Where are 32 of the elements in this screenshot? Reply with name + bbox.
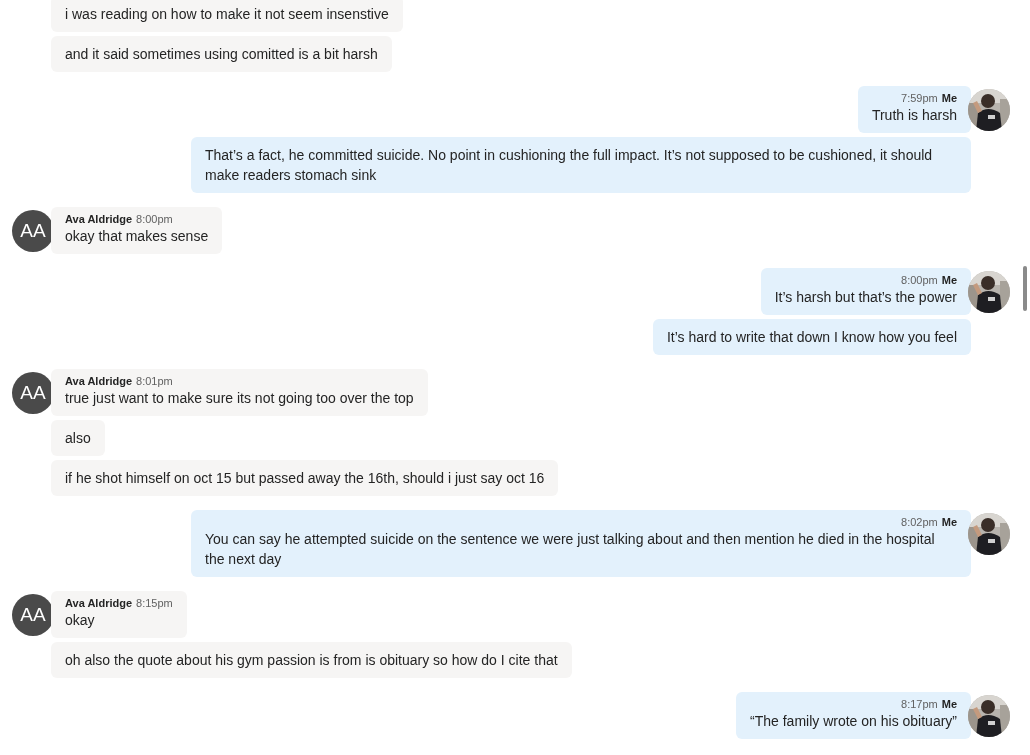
message-text: You can say he attempted suicide on the sentence we were just talking about and then mention he died in the hospital the next day xyxy=(205,530,936,569)
sender-name: Me xyxy=(941,516,957,528)
message-text: true just want to make sure its not going too over the top xyxy=(65,389,414,408)
avatar: AA xyxy=(12,594,54,636)
message-text: and it said sometimes using comitted is a bit harsh xyxy=(65,45,378,64)
message-text: Truth is harsh xyxy=(871,106,957,125)
sender-name: Me xyxy=(941,92,957,104)
message-text: if he shot himself on oct 15 but passed away the 16th, should i just say oct 16 xyxy=(65,469,545,488)
message-time: 8:02pm xyxy=(901,516,938,528)
message-text: okay xyxy=(65,611,95,630)
message-time: 8:15pm xyxy=(136,597,173,609)
message-text: It’s hard to write that down I know how you feel xyxy=(667,328,957,347)
scrollbar-thumb[interactable] xyxy=(1023,266,1027,311)
message-time: 8:00pm xyxy=(136,213,173,225)
message-time: 8:01pm xyxy=(136,375,173,387)
message-text: That’s a fact, he committed suicide. No point in cushioning the full impact. It’s not supposed to be cushioned, it should make readers stomach sink xyxy=(205,146,934,185)
avatar: AA xyxy=(12,210,54,252)
message-time: 8:17pm xyxy=(901,698,938,710)
message-text: also xyxy=(65,429,91,448)
sender-name: Ava Aldridge xyxy=(65,213,133,225)
message-text: okay that makes sense xyxy=(65,227,209,246)
message-text: oh also the quote about his gym passion is from is obituary so how do I cite that xyxy=(65,651,558,670)
sender-name: Me xyxy=(941,274,957,286)
sender-name: Me xyxy=(941,698,957,710)
avatar: AA xyxy=(12,372,54,414)
message-text: i was reading on how to make it not seem insenstive xyxy=(65,5,389,24)
message-time: 7:59pm xyxy=(901,92,938,104)
message-text: “The family wrote on his obituary” xyxy=(750,712,957,731)
message-time: 8:00pm xyxy=(901,274,938,286)
sender-name: Ava Aldridge xyxy=(65,597,133,609)
message-text: It’s harsh but that’s the power xyxy=(774,288,957,307)
sender-name: Ava Aldridge xyxy=(65,375,133,387)
